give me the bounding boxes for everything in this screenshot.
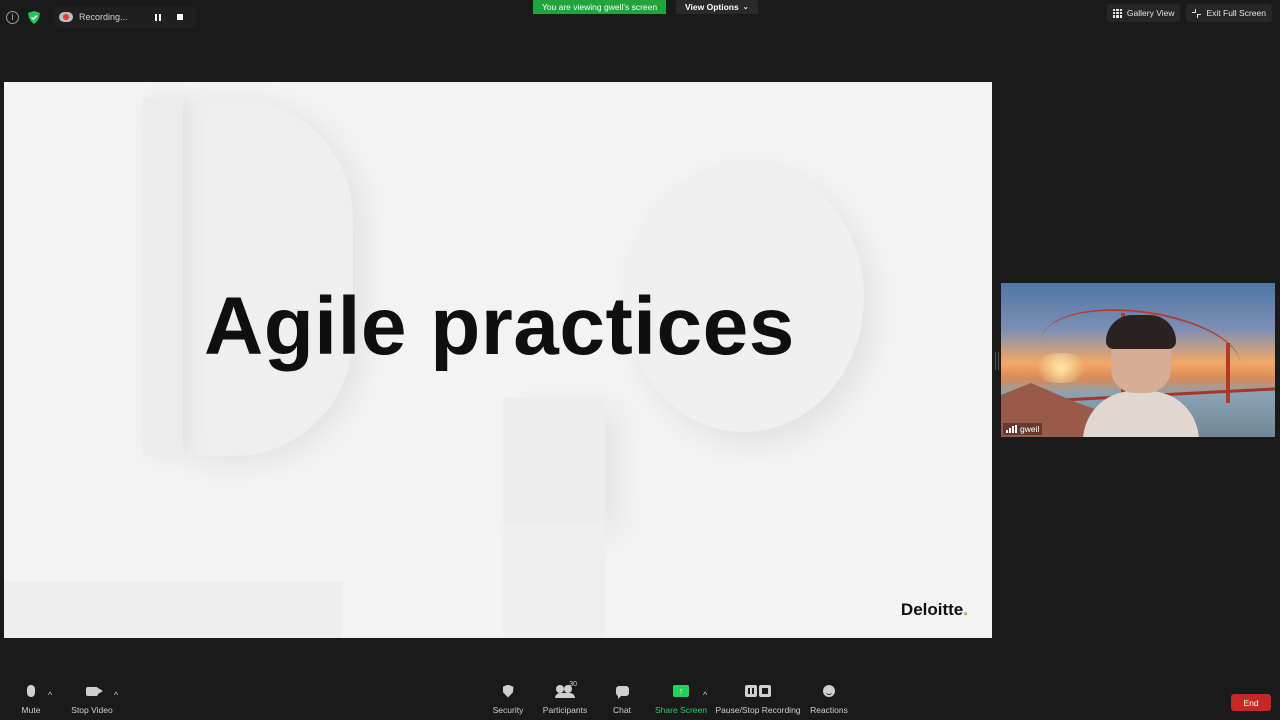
stop-recording-button[interactable] bbox=[172, 9, 188, 25]
slide-background-shape bbox=[503, 522, 605, 638]
meeting-status-bar: i Recording... bbox=[6, 6, 196, 28]
gallery-view-label: Gallery View bbox=[1126, 8, 1175, 18]
view-options-label: View Options bbox=[685, 2, 739, 12]
pause-recording-button[interactable] bbox=[150, 9, 166, 25]
participant-hair bbox=[1106, 315, 1176, 349]
participant-name-tag: gweil bbox=[1003, 423, 1043, 435]
video-options-caret-icon[interactable]: ^ bbox=[114, 690, 118, 700]
pause-stop-recording-label: Pause/Stop Recording bbox=[715, 705, 801, 715]
participants-label: Participants bbox=[542, 705, 588, 715]
brand-logo: Deloitte. bbox=[901, 600, 968, 620]
participant-video-tile[interactable]: gweil bbox=[1001, 283, 1275, 437]
pause-stop-icon bbox=[745, 685, 771, 697]
brand-name: Deloitte bbox=[900, 600, 964, 619]
share-screen-arrow-icon: ↑ bbox=[673, 685, 689, 697]
participants-icon: 30 bbox=[555, 681, 577, 698]
pause-stop-recording-button[interactable]: Pause/Stop Recording bbox=[715, 680, 801, 720]
viewing-screen-banner: You are viewing gwell's screen bbox=[533, 0, 666, 14]
security-shield-icon bbox=[502, 684, 514, 698]
participants-count: 30 bbox=[569, 681, 577, 688]
slide-background-shape bbox=[143, 98, 183, 456]
stop-icon bbox=[176, 14, 183, 20]
mute-label: Mute bbox=[21, 705, 41, 715]
recording-indicator: Recording... bbox=[55, 6, 196, 28]
audio-options-caret-icon[interactable]: ^ bbox=[48, 690, 52, 700]
end-meeting-button[interactable]: End bbox=[1231, 694, 1271, 711]
slide-background-shape bbox=[4, 582, 342, 638]
info-icon[interactable]: i bbox=[6, 10, 19, 24]
recording-label: Recording... bbox=[79, 12, 128, 22]
participant-name: gweil bbox=[1020, 424, 1040, 434]
exit-full-screen-label: Exit Full Screen bbox=[1206, 8, 1266, 18]
chat-bubble-icon bbox=[615, 686, 629, 699]
gallery-view-button[interactable]: Gallery View bbox=[1106, 4, 1181, 22]
exit-full-screen-button[interactable]: Exit Full Screen bbox=[1186, 4, 1272, 22]
meeting-toolbar: Mute ^ Stop Video ^ Security 30 Particip… bbox=[0, 680, 1280, 720]
slide-title: Agile practices bbox=[204, 281, 795, 372]
view-options-dropdown[interactable]: View Options ⌄ bbox=[676, 0, 758, 14]
shared-screen-slide: Agile practices Deloitte. bbox=[4, 82, 992, 638]
reactions-button[interactable]: Reactions bbox=[794, 680, 864, 720]
cloud-recording-icon bbox=[59, 12, 73, 22]
encryption-shield-icon[interactable] bbox=[27, 10, 41, 24]
stop-video-button[interactable]: Stop Video bbox=[57, 680, 127, 720]
signal-strength-icon bbox=[1006, 425, 1017, 433]
chat-label: Chat bbox=[613, 705, 631, 715]
smiley-icon bbox=[823, 685, 835, 697]
pause-icon bbox=[154, 13, 161, 21]
reactions-label: Reactions bbox=[810, 705, 848, 715]
brand-dot: . bbox=[963, 600, 968, 619]
share-options-caret-icon[interactable]: ^ bbox=[703, 690, 707, 700]
share-screen-button[interactable]: ↑ Share Screen bbox=[646, 680, 716, 720]
video-camera-icon bbox=[86, 686, 103, 696]
slide-background-shape bbox=[503, 398, 605, 522]
panel-resize-handle[interactable] bbox=[995, 352, 999, 370]
slide-background-shape bbox=[183, 98, 353, 456]
background-bridge-tower bbox=[1226, 343, 1230, 403]
microphone-icon bbox=[27, 685, 35, 697]
chevron-down-icon: ⌄ bbox=[742, 4, 749, 11]
share-screen-label: Share Screen bbox=[655, 705, 707, 715]
exit-fullscreen-icon bbox=[1192, 8, 1202, 18]
security-label: Security bbox=[492, 705, 524, 715]
stop-video-label: Stop Video bbox=[71, 705, 113, 715]
grid-icon bbox=[1112, 8, 1122, 18]
